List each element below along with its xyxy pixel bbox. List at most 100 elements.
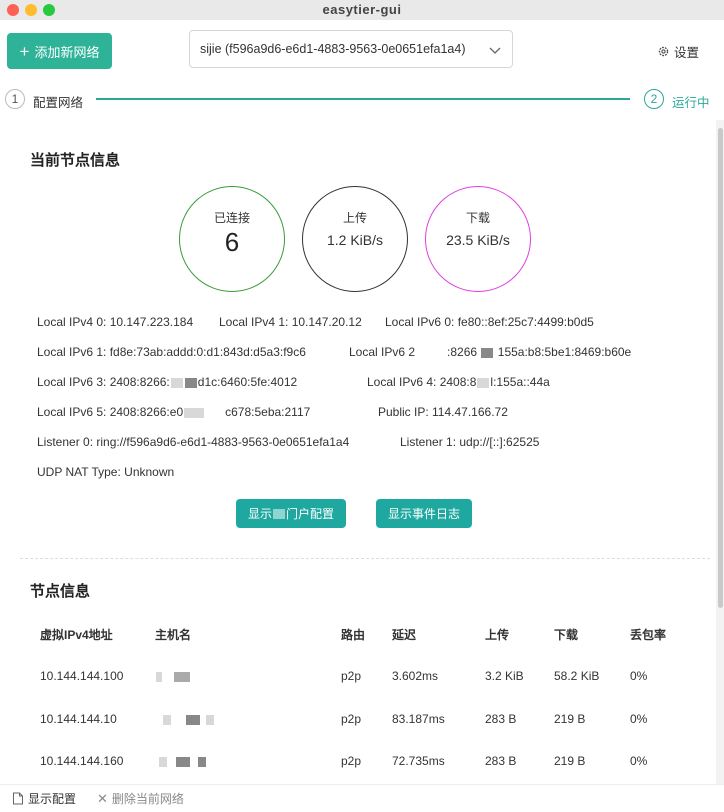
peer-latency: 3.602ms bbox=[392, 669, 439, 683]
peer-route: p2p bbox=[341, 712, 362, 726]
settings-label: 设置 bbox=[674, 46, 700, 60]
local-ipv6-5-part-b: c678:5eba:2117 bbox=[225, 405, 311, 419]
peer-upload: 283 B bbox=[485, 754, 517, 768]
peer-download: 219 B bbox=[554, 712, 586, 726]
local-ipv6-5: Local IPv6 5: 2408:8266:e0 c678:5eba:2117 bbox=[37, 405, 310, 419]
local-ipv6-3-part-a: Local IPv6 3: 2408:8266: bbox=[37, 375, 170, 389]
main-content: 当前节点信息 已连接 6 上传 1.2 KiB/s 下载 23.5 KiB/s … bbox=[0, 116, 716, 784]
udp-nat-type: UDP NAT Type: Unknown bbox=[37, 465, 175, 479]
scrollbar-thumb[interactable] bbox=[718, 128, 723, 608]
peer-ip: 10.144.144.100 bbox=[40, 669, 124, 683]
redacted-block bbox=[159, 756, 167, 767]
local-ipv6-2-part-c: 155a:b8:5be1:8469:b60e bbox=[497, 345, 632, 359]
step-connector bbox=[96, 98, 630, 100]
col-header-ip: 虚拟IPv4地址 bbox=[40, 628, 113, 642]
local-ipv6-4-part-a: Local IPv6 4: 2408:8 bbox=[367, 375, 477, 389]
portal-button-label-a: 显示 bbox=[248, 507, 273, 521]
listener-1: Listener 1: udp://[::]:62525 bbox=[400, 435, 540, 449]
redacted-block bbox=[175, 756, 190, 767]
local-ipv6-2-part-b: :8266 bbox=[447, 345, 478, 359]
local-ipv6-4: Local IPv6 4: 2408:8 l:155a::44a bbox=[367, 375, 550, 389]
top-toolbar: + 添加新网络 sijie (f596a9d6-e6d1-4883-9563-0… bbox=[0, 20, 724, 82]
redacted-block bbox=[184, 377, 197, 388]
step-2-number: 2 bbox=[644, 89, 664, 109]
peer-hostname-redacted bbox=[155, 669, 191, 683]
peer-ip: 10.144.144.160 bbox=[40, 754, 124, 768]
peer-loss: 0% bbox=[630, 669, 648, 683]
public-ip: Public IP: 114.47.166.72 bbox=[378, 405, 508, 419]
local-ipv6-3-part-b: d1c:6460:5fe:4012 bbox=[197, 375, 298, 389]
step-1-label: 配置网络 bbox=[33, 96, 84, 110]
peer-hostname-redacted bbox=[158, 754, 207, 768]
upload-value: 1.2 KiB/s bbox=[326, 232, 384, 248]
redacted-block bbox=[184, 407, 205, 418]
event-log-button-label: 显示事件日志 bbox=[388, 507, 461, 521]
peers-title: 节点信息 bbox=[30, 583, 91, 600]
local-ipv6-2-part-a: Local IPv6 2 bbox=[349, 345, 416, 359]
bottom-bar: 显示配置 ✕ 删除当前网络 bbox=[0, 784, 724, 812]
local-ipv6-1: Local IPv6 1: fd8e:73ab:addd:0:d1:843d:d… bbox=[37, 345, 306, 359]
window-title: easytier-gui bbox=[322, 2, 402, 17]
local-ipv6-0: Local IPv6 0: fe80::8ef:25c7:4499:b0d5 bbox=[385, 315, 594, 329]
connected-value: 6 bbox=[224, 227, 240, 257]
local-ipv6-4-part-b: l:155a::44a bbox=[490, 375, 550, 389]
show-event-log-button[interactable]: 显示事件日志 bbox=[376, 499, 473, 528]
download-stat: 下载 23.5 KiB/s bbox=[425, 186, 531, 292]
section-divider bbox=[20, 558, 710, 559]
peer-download: 219 B bbox=[554, 754, 586, 768]
col-header-loss: 丢包率 bbox=[630, 628, 667, 642]
plus-icon: + bbox=[19, 41, 30, 61]
redacted-block bbox=[273, 508, 286, 519]
peer-loss: 0% bbox=[630, 712, 648, 726]
peer-upload: 3.2 KiB bbox=[485, 669, 524, 683]
peer-latency: 83.187ms bbox=[392, 712, 445, 726]
show-portal-config-button[interactable]: 显示 门户配置 bbox=[236, 499, 347, 528]
network-select-value: sijie (f596a9d6-e6d1-4883-9563-0e0651efa… bbox=[200, 42, 466, 56]
connected-stat: 已连接 6 bbox=[179, 186, 285, 292]
node-info-title: 当前节点信息 bbox=[30, 152, 121, 169]
show-config-label: 显示配置 bbox=[28, 792, 77, 806]
peer-latency: 72.735ms bbox=[392, 754, 445, 768]
local-ipv6-5-part-a: Local IPv6 5: 2408:8266:e0 bbox=[37, 405, 184, 419]
network-select[interactable]: sijie (f596a9d6-e6d1-4883-9563-0e0651efa… bbox=[189, 30, 513, 68]
redacted-block bbox=[174, 671, 191, 682]
connected-label: 已连接 bbox=[213, 211, 250, 225]
redacted-block bbox=[481, 347, 494, 358]
upload-stat: 上传 1.2 KiB/s bbox=[302, 186, 408, 292]
step-2-label: 运行中 bbox=[672, 96, 710, 110]
local-ipv6-3: Local IPv6 3: 2408:8266: d1c:6460:5fe:401… bbox=[37, 375, 297, 389]
add-network-button[interactable]: + 添加新网络 bbox=[7, 33, 112, 69]
local-ipv4-0: Local IPv4 0: 10.147.223.184 bbox=[37, 315, 194, 329]
steps-bar: 1 配置网络 2 运行中 bbox=[0, 82, 724, 116]
local-ipv6-2: Local IPv6 2 :8266 155a:b8:5be1:8469:b60e bbox=[349, 345, 631, 359]
peer-download: 58.2 KiB bbox=[554, 669, 600, 683]
redacted-block bbox=[198, 756, 207, 767]
delete-network-label: 删除当前网络 bbox=[111, 792, 184, 806]
step-1-number: 1 bbox=[5, 89, 25, 109]
download-value: 23.5 KiB/s bbox=[446, 232, 510, 248]
redacted-block bbox=[170, 377, 183, 388]
peer-hostname-redacted bbox=[162, 712, 215, 726]
settings-button[interactable]: 设置 bbox=[657, 42, 699, 61]
redacted-block bbox=[186, 714, 201, 725]
peer-route: p2p bbox=[341, 754, 362, 768]
peer-route: p2p bbox=[341, 669, 362, 683]
peer-ip: 10.144.144.10 bbox=[40, 712, 117, 726]
chevron-down-icon bbox=[489, 47, 501, 54]
redacted-block bbox=[477, 377, 490, 388]
doc-icon bbox=[13, 792, 23, 805]
col-header-upload: 上传 bbox=[485, 628, 510, 642]
redacted-block bbox=[205, 714, 214, 725]
window-titlebar: easytier-gui bbox=[0, 0, 724, 21]
delete-network-button[interactable]: ✕ 删除当前网络 bbox=[97, 790, 184, 807]
col-header-download: 下载 bbox=[554, 628, 579, 642]
portal-button-label-b: 门户配置 bbox=[286, 507, 335, 521]
peer-upload: 283 B bbox=[485, 712, 517, 726]
add-network-label: 添加新网络 bbox=[34, 44, 100, 60]
redacted-block bbox=[156, 671, 162, 682]
upload-label: 上传 bbox=[342, 211, 367, 225]
col-header-hostname: 主机名 bbox=[155, 628, 192, 642]
show-config-button[interactable]: 显示配置 bbox=[12, 790, 76, 807]
close-icon: ✕ bbox=[97, 790, 108, 806]
gear-icon bbox=[658, 46, 669, 57]
